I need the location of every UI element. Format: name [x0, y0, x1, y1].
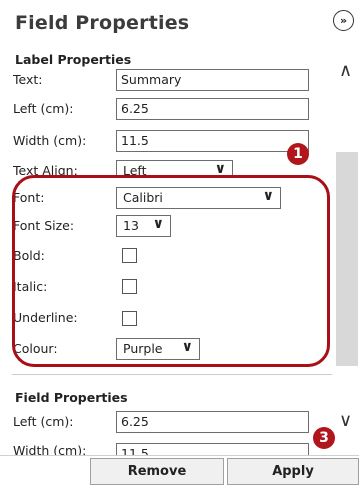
field-width-label: Width (cm): — [13, 443, 87, 455]
text-label: Text: — [13, 72, 43, 87]
scroll-up-icon[interactable]: ∧ — [339, 60, 352, 81]
left-label: Left (cm): — [13, 101, 74, 116]
left-input[interactable]: 6.25 — [116, 98, 309, 120]
field-left-row: Left (cm): 6.25 — [13, 411, 333, 433]
width-label: Width (cm): — [13, 133, 87, 148]
highlight-box — [12, 175, 330, 367]
field-width-input[interactable]: 11.5 — [116, 443, 309, 455]
collapse-icon[interactable]: » — [333, 10, 354, 31]
text-row: Text: Summary — [13, 69, 333, 91]
remove-button[interactable]: Remove — [90, 458, 224, 485]
scrollbar-thumb[interactable] — [336, 152, 358, 366]
scroll-down-icon[interactable]: ∨ — [339, 410, 352, 431]
width-row: Width (cm): 11.5 — [13, 130, 333, 152]
field-width-row: Width (cm): 11.5 — [13, 440, 333, 455]
width-input[interactable]: 11.5 — [116, 130, 309, 152]
apply-button[interactable]: Apply — [227, 458, 359, 485]
panel-title: Field Properties — [15, 12, 190, 34]
left-row: Left (cm): 6.25 — [13, 98, 333, 120]
label-properties-heading: Label Properties — [15, 52, 132, 67]
footer-divider — [0, 455, 359, 456]
field-left-input[interactable]: 6.25 — [116, 411, 309, 433]
section-divider — [12, 374, 332, 375]
annotation-badge-3: 3 — [313, 427, 335, 449]
field-properties-heading: Field Properties — [15, 390, 128, 405]
annotation-badge-1: 1 — [287, 143, 309, 165]
field-left-label: Left (cm): — [13, 414, 74, 429]
text-input[interactable]: Summary — [116, 69, 309, 91]
